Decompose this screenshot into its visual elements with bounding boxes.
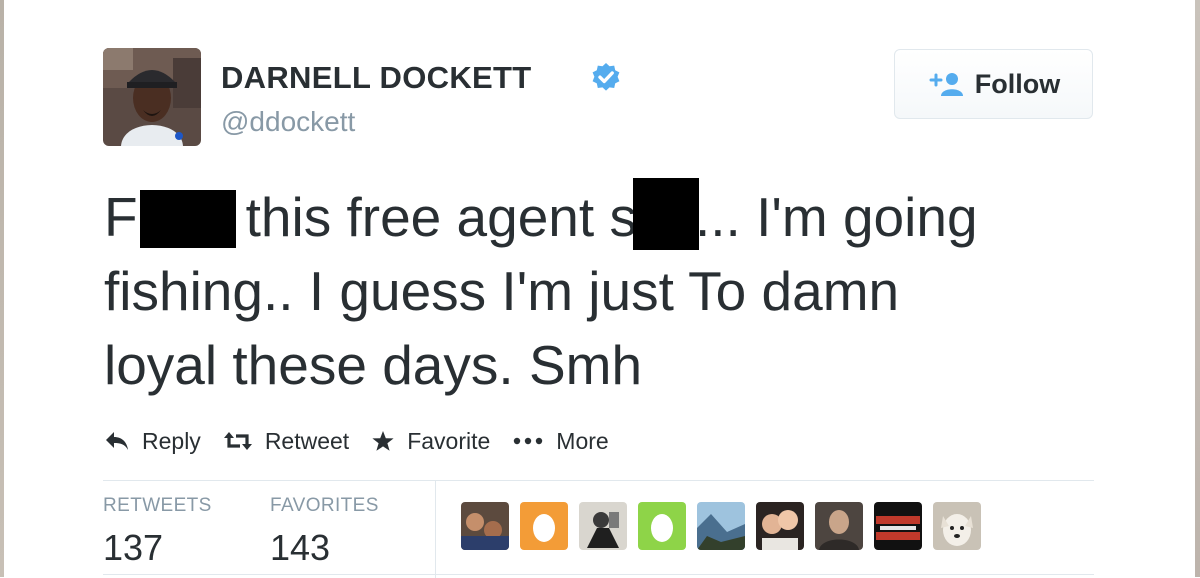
more-action[interactable]: More <box>512 427 609 455</box>
group-photo-avatar-icon <box>461 502 509 550</box>
favoriter-avatar[interactable] <box>697 502 745 550</box>
add-user-icon <box>929 73 963 96</box>
favoriter-avatar[interactable] <box>461 502 509 550</box>
favorites-count: 143 <box>270 527 331 568</box>
favorites-stat[interactable]: FAVORITES 143 <box>270 495 379 569</box>
favoriter-avatar[interactable] <box>638 502 686 550</box>
tweet-line-3: loyal these days. Smh <box>104 334 643 396</box>
favoriter-avatar[interactable] <box>933 502 981 550</box>
default-egg-avatar-orange-icon <box>520 502 568 550</box>
tweet-text-part: ... I'm going <box>694 186 978 248</box>
favoriter-avatar[interactable] <box>756 502 804 550</box>
favorite-label: Favorite <box>407 427 491 454</box>
portrait-photo-avatar-icon <box>815 502 863 550</box>
retweets-count: 137 <box>103 527 164 568</box>
favoriter-avatar[interactable] <box>874 502 922 550</box>
retweet-label: Retweet <box>264 427 350 454</box>
tweet-actions: Reply Retweet Favorite More <box>104 424 631 458</box>
reply-action[interactable]: Reply <box>104 428 201 455</box>
favorite-action[interactable]: Favorite <box>371 428 490 455</box>
follow-button-label: Follow <box>974 68 1061 99</box>
black-white-photo-avatar-icon <box>579 502 627 550</box>
window-frame-right <box>1195 0 1200 577</box>
tweet-line-1: Fthis free agent s ... I'm going <box>104 178 1104 254</box>
window-frame-left <box>0 0 4 577</box>
follow-button[interactable]: Follow <box>894 49 1093 119</box>
retweets-label: RETWEETS <box>103 495 212 516</box>
star-icon <box>372 431 394 451</box>
stats-divider <box>435 481 436 578</box>
couple-photo-avatar-icon <box>756 502 804 550</box>
stats-bottom-divider <box>103 574 1094 575</box>
user-avatar-photo-icon <box>103 48 201 146</box>
user-handle[interactable]: @ddockett <box>221 106 355 138</box>
tweet-text-part: this free agent s <box>245 186 637 248</box>
favoriters-list <box>461 502 992 550</box>
retweets-stat[interactable]: RETWEETS 137 <box>103 495 212 569</box>
redaction-box <box>632 178 699 250</box>
favoriter-avatar[interactable] <box>579 502 627 550</box>
reply-label: Reply <box>142 427 201 454</box>
tweet-text-part: F <box>104 186 138 248</box>
favoriter-avatar[interactable] <box>520 502 568 550</box>
user-display-name[interactable]: DARNELL DOCKETT <box>221 60 531 96</box>
tweet-text: Fthis free agent s ... I'm going fishing.… <box>104 178 1104 402</box>
redaction-box <box>139 190 236 248</box>
favorites-label: FAVORITES <box>270 495 379 516</box>
tweet-line-2: fishing.. I guess I'm just To damn <box>104 260 900 322</box>
landscape-photo-avatar-icon <box>697 502 745 550</box>
user-avatar[interactable] <box>103 48 201 146</box>
dog-photo-avatar-icon <box>933 502 981 550</box>
verified-badge-icon <box>590 62 622 94</box>
more-label: More <box>556 427 609 454</box>
retweet-icon <box>223 432 252 450</box>
honey-badger-logo-avatar-icon <box>874 502 922 550</box>
reply-icon <box>106 432 128 450</box>
favoriter-avatar[interactable] <box>815 502 863 550</box>
more-dots-icon <box>514 437 543 445</box>
retweet-action[interactable]: Retweet <box>223 428 349 455</box>
default-egg-avatar-green-icon <box>638 502 686 550</box>
